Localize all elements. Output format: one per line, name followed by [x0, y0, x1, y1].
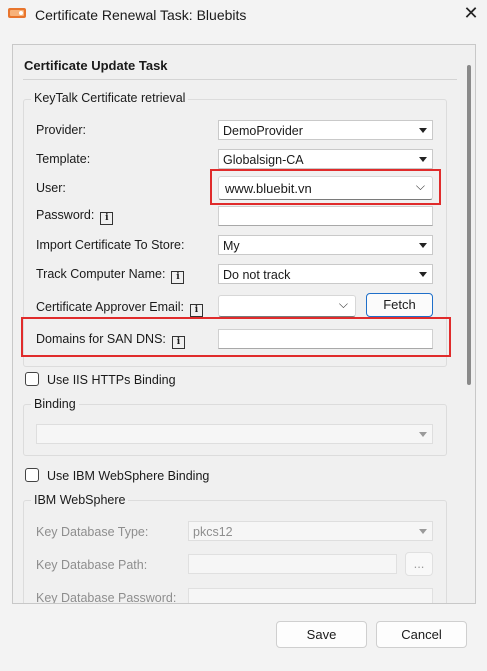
approver-email-label-text: Certificate Approver Email: [36, 300, 184, 314]
info-icon[interactable]: i [189, 304, 203, 317]
browse-button[interactable]: ... [405, 552, 433, 576]
import-store-value: My [223, 239, 240, 253]
user-combobox[interactable]: www.bluebit.vn ⌵ [218, 176, 433, 200]
keytalk-group-title: KeyTalk Certificate retrieval [31, 91, 189, 105]
dropdown-arrow-icon [419, 243, 427, 248]
import-store-select[interactable]: My [218, 235, 433, 255]
key-db-type-select[interactable]: pkcs12 [188, 521, 433, 541]
info-icon[interactable]: i [171, 336, 185, 349]
approver-email-label: Certificate Approver Email: i [36, 300, 203, 317]
cancel-button[interactable]: Cancel [376, 621, 467, 648]
template-select[interactable]: Globalsign-CA [218, 149, 433, 169]
fetch-button[interactable]: Fetch [366, 293, 433, 317]
key-db-password-label: Key Database Password: [36, 591, 177, 604]
password-label: Password: i [36, 208, 114, 225]
track-computer-label: Track Computer Name: i [36, 267, 185, 284]
dropdown-arrow-icon [419, 432, 427, 437]
track-computer-value: Do not track [223, 268, 291, 282]
info-icon[interactable]: i [100, 212, 114, 225]
ibm-binding-checkbox[interactable] [25, 468, 39, 482]
user-value: www.bluebit.vn [225, 181, 312, 196]
certificate-app-icon [8, 8, 26, 18]
ibm-websphere-group-title: IBM WebSphere [31, 493, 129, 507]
chevron-down-icon[interactable]: ⌵ [416, 179, 425, 194]
approver-email-combobox[interactable]: ⌵ [218, 295, 356, 317]
provider-select[interactable]: DemoProvider [218, 120, 433, 140]
import-store-label: Import Certificate To Store: [36, 238, 185, 252]
dropdown-arrow-icon [419, 128, 427, 133]
dropdown-arrow-icon [419, 157, 427, 162]
template-value: Globalsign-CA [223, 153, 304, 167]
user-label: User: [36, 181, 66, 195]
dropdown-arrow-icon [419, 529, 427, 534]
iis-binding-label: Use IIS HTTPs Binding [47, 373, 176, 387]
domains-san-label-text: Domains for SAN DNS: [36, 332, 166, 346]
track-computer-label-text: Track Computer Name: [36, 267, 166, 281]
binding-group-title: Binding [31, 397, 79, 411]
password-label-text: Password: [36, 208, 95, 222]
scrollbar[interactable] [467, 65, 471, 385]
ibm-binding-label: Use IBM WebSphere Binding [47, 469, 210, 483]
info-icon[interactable]: i [171, 271, 185, 284]
title-bar: Certificate Renewal Task: Bluebits ✕ [0, 0, 487, 30]
save-button[interactable]: Save [276, 621, 367, 648]
password-field[interactable] [218, 206, 433, 226]
domains-san-field[interactable] [218, 329, 433, 349]
chevron-down-icon[interactable]: ⌵ [339, 297, 348, 312]
key-db-path-field[interactable] [188, 554, 397, 574]
close-icon[interactable]: ✕ [462, 4, 480, 22]
provider-value: DemoProvider [223, 124, 303, 138]
section-divider [23, 79, 457, 80]
section-title: Certificate Update Task [24, 58, 168, 73]
key-db-path-label: Key Database Path: [36, 558, 148, 572]
track-computer-select[interactable]: Do not track [218, 264, 433, 284]
template-label: Template: [36, 152, 91, 166]
iis-binding-checkbox[interactable] [25, 372, 39, 386]
key-db-password-field[interactable] [188, 588, 433, 603]
window-title: Certificate Renewal Task: Bluebits [35, 7, 247, 23]
binding-select[interactable] [36, 424, 433, 444]
dropdown-arrow-icon [419, 272, 427, 277]
domains-san-label: Domains for SAN DNS: i [36, 332, 185, 349]
task-panel: Certificate Update Task KeyTalk Certific… [12, 44, 476, 604]
provider-label: Provider: [36, 123, 87, 137]
key-db-type-label: Key Database Type: [36, 525, 149, 539]
key-db-type-value: pkcs12 [193, 525, 233, 539]
